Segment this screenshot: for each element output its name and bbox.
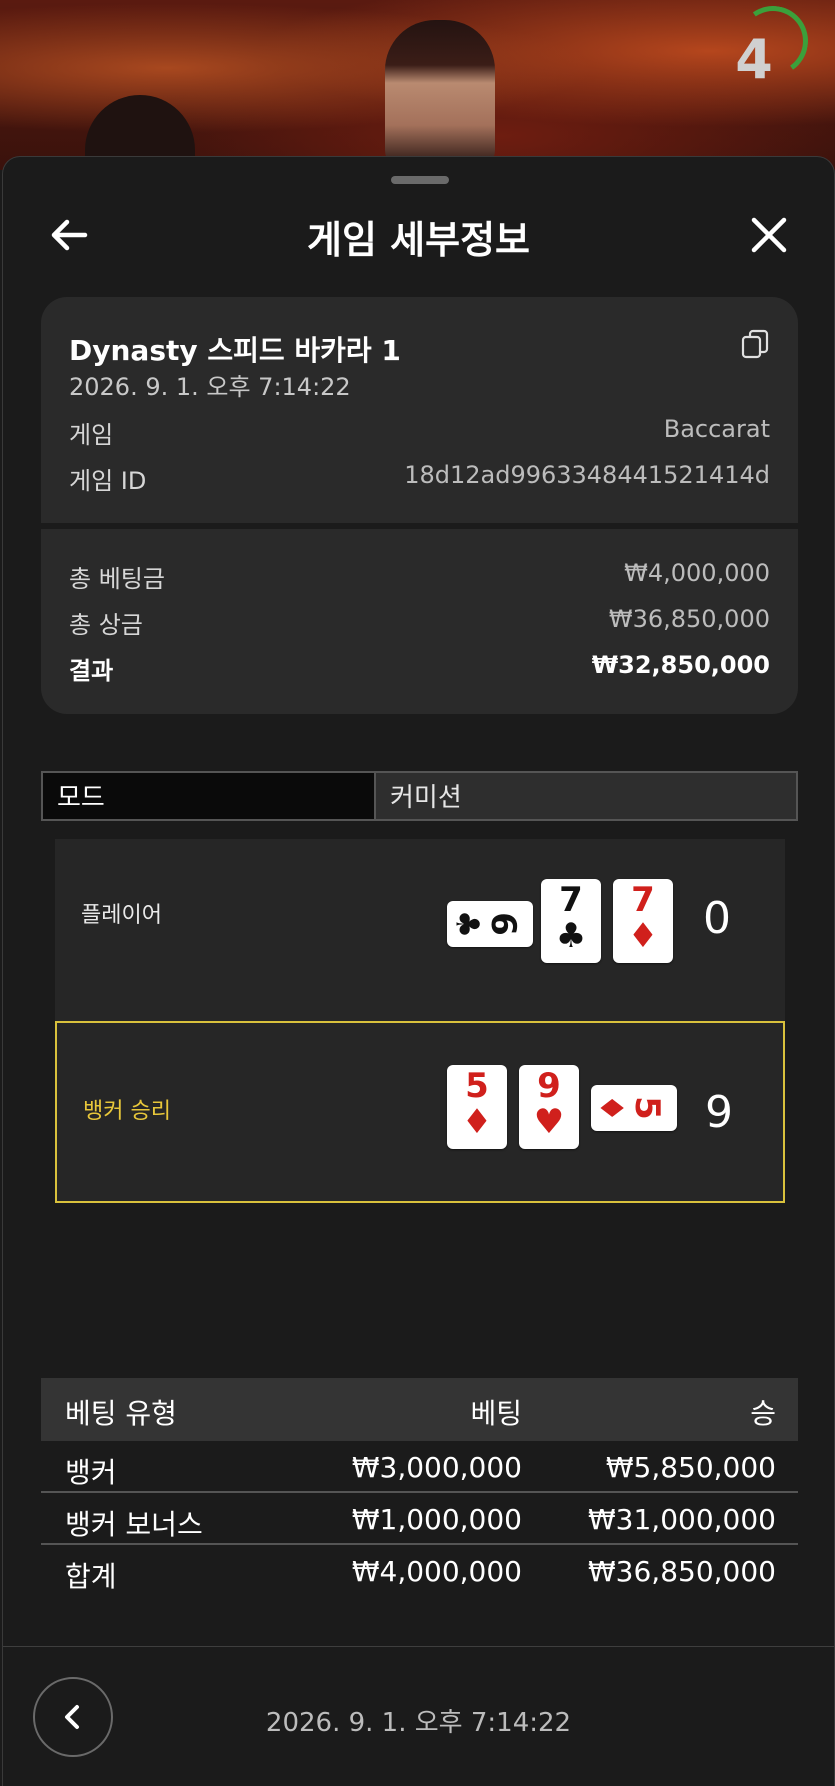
bet-type-cell: 뱅커 — [65, 1456, 117, 1489]
bet-amount-cell: ₩1,000,000 — [351, 1503, 522, 1536]
tab-commission[interactable]: 커미션 — [374, 771, 798, 821]
card-suit: ♦ — [592, 1093, 631, 1123]
info-value: Baccarat — [663, 415, 770, 443]
mode-tabs: 모드 커미션 — [41, 771, 798, 823]
card-rank: 5 — [465, 1066, 489, 1106]
card-rank: 7 — [559, 880, 583, 920]
table-row: 뱅커 ₩3,000,000 ₩5,850,000 — [41, 1441, 798, 1493]
total-win-row: 총 상금 ₩36,850,000 — [69, 605, 770, 640]
card-suit: ♣ — [555, 916, 587, 956]
game-details-sheet: 게임 세부정보 Dynasty 스피드 바카라 1 2026. 9. 1. 오후… — [2, 156, 835, 1786]
info-label: 게임 ID — [69, 467, 147, 495]
card-suit: ♦ — [627, 916, 659, 956]
result-row: 결과 ₩32,850,000 — [69, 651, 770, 686]
win-amount-cell: ₩5,850,000 — [605, 1451, 776, 1484]
game-name: Dynasty 스피드 바카라 1 — [69, 334, 401, 367]
total-value: ₩4,000,000 — [624, 559, 770, 587]
card-suit: ♦ — [461, 1102, 493, 1142]
player-score: 0 — [703, 893, 731, 944]
total-bet-cell: ₩4,000,000 — [351, 1555, 522, 1588]
footer-datetime: 2026. 9. 1. 오후 7:14:22 — [265, 1708, 572, 1738]
card-rank: 6 — [482, 912, 523, 936]
video-dealer — [385, 20, 495, 170]
playing-card: ♣ 6 — [447, 901, 533, 947]
close-icon[interactable] — [747, 213, 791, 257]
playing-card: 5 ♦ — [447, 1065, 507, 1149]
result-label: 결과 — [69, 657, 114, 685]
player-label: 플레이어 — [81, 903, 162, 928]
footer-divider — [3, 1646, 834, 1647]
info-value[interactable]: 18d12ad9963348441521414d — [404, 461, 770, 489]
playing-card: ♦ 5 — [591, 1085, 677, 1131]
result-value: ₩32,850,000 — [591, 651, 770, 679]
live-video-feed: 4 — [0, 0, 835, 170]
copy-icon[interactable] — [741, 329, 769, 359]
card-suit: ♣ — [448, 909, 487, 939]
banker-score: 9 — [705, 1087, 733, 1138]
column-header-bet-type: 베팅 유형 — [65, 1397, 177, 1430]
drag-handle[interactable] — [391, 176, 449, 184]
table-header: 베팅 유형 베팅 승 — [41, 1378, 798, 1441]
column-header-win: 승 — [750, 1397, 776, 1430]
player-hand: 플레이어 ♣ 6 7 ♣ 7 ♦ 0 — [55, 839, 785, 1021]
card-rank: 9 — [537, 1066, 561, 1106]
banker-hand: 뱅커 승리 5 ♦ 9 ♥ ♦ 5 9 — [55, 1021, 785, 1203]
page-title: 게임 세부정보 — [307, 218, 530, 262]
win-amount-cell: ₩31,000,000 — [587, 1503, 776, 1536]
card-rank: 7 — [631, 880, 655, 920]
info-label: 게임 — [69, 421, 114, 449]
table-total-row: 합계 ₩4,000,000 ₩36,850,000 — [41, 1545, 798, 1597]
countdown-number: 4 — [735, 28, 773, 91]
total-bet-row: 총 베팅금 ₩4,000,000 — [69, 559, 770, 594]
total-label: 총 상금 — [69, 611, 143, 639]
total-label-cell: 합계 — [65, 1560, 117, 1593]
total-label: 총 베팅금 — [69, 565, 165, 593]
game-summary-card: Dynasty 스피드 바카라 1 2026. 9. 1. 오후 7:14:22… — [41, 297, 798, 714]
tab-mode[interactable]: 모드 — [41, 771, 376, 821]
playing-card: 7 ♦ — [613, 879, 673, 963]
total-value: ₩36,850,000 — [608, 605, 770, 633]
bet-type-cell: 뱅커 보너스 — [65, 1508, 203, 1541]
card-divider — [41, 523, 798, 529]
card-suit: ♥ — [533, 1102, 565, 1142]
total-win-cell: ₩36,850,000 — [587, 1555, 776, 1588]
bet-amount-cell: ₩3,000,000 — [351, 1451, 522, 1484]
info-row-game-id: 게임 ID 18d12ad9963348441521414d — [69, 461, 770, 496]
card-rank: 5 — [626, 1096, 667, 1120]
banker-label: 뱅커 승리 — [83, 1099, 171, 1124]
info-row-game: 게임 Baccarat — [69, 415, 770, 450]
playing-card: 7 ♣ — [541, 879, 601, 963]
playing-card: 9 ♥ — [519, 1065, 579, 1149]
table-row: 뱅커 보너스 ₩1,000,000 ₩31,000,000 — [41, 1493, 798, 1545]
game-datetime: 2026. 9. 1. 오후 7:14:22 — [69, 373, 351, 401]
column-header-bet: 베팅 — [470, 1397, 522, 1430]
